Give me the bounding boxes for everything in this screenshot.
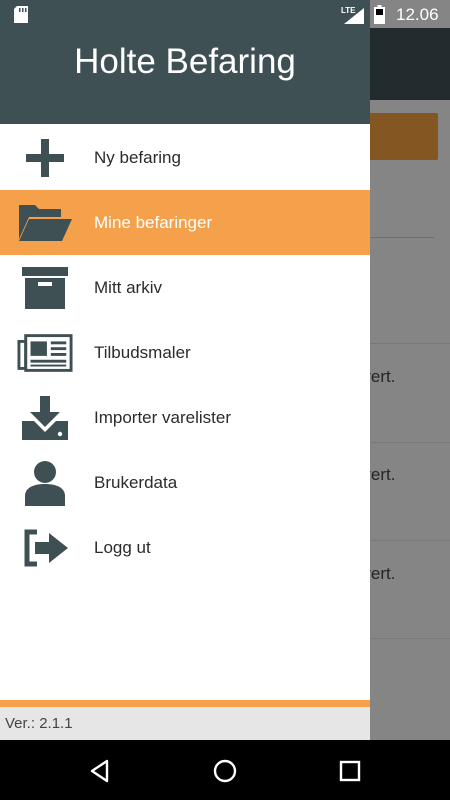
- menu-item-label: Tilbudsmaler: [94, 342, 191, 362]
- version-label: Ver.: 2.1.1: [5, 715, 73, 732]
- drawer-footer-accent: [0, 700, 370, 707]
- navigation-drawer: Holte Befaring Ny befaring Mine befaring…: [0, 0, 370, 740]
- menu-item-label: Importer varelister: [94, 407, 231, 427]
- menu-item-mine-befaringer[interactable]: Mine befaringer: [0, 190, 370, 255]
- menu-item-label: Logg ut: [94, 537, 151, 557]
- drawer-menu: Ny befaring Mine befaringer Mitt arkiv T…: [0, 125, 370, 580]
- menu-item-label: Brukerdata: [94, 472, 178, 492]
- menu-item-brukerdata[interactable]: Brukerdata: [0, 450, 370, 515]
- menu-item-mitt-arkiv[interactable]: Mitt arkiv: [0, 255, 370, 320]
- status-clock: 12.06: [396, 5, 439, 24]
- menu-item-logg-ut[interactable]: Logg ut: [0, 515, 370, 580]
- menu-item-label: Mine befaringer: [94, 212, 213, 232]
- menu-item-label: Mitt arkiv: [94, 277, 162, 297]
- home-icon[interactable]: [212, 758, 238, 784]
- folder-open-icon: [17, 199, 73, 247]
- user-icon: [17, 459, 73, 507]
- menu-item-importer-varelister[interactable]: Importer varelister: [0, 385, 370, 450]
- signal-icon: [344, 8, 364, 24]
- system-navigation-bar: [0, 740, 450, 800]
- menu-item-ny-befaring[interactable]: Ny befaring: [0, 125, 370, 190]
- menu-item-tilbudsmaler[interactable]: Tilbudsmaler: [0, 320, 370, 385]
- back-icon[interactable]: [87, 758, 113, 784]
- newspaper-icon: [17, 329, 73, 377]
- version-footer: Ver.: 2.1.1: [0, 707, 370, 740]
- plus-icon: [17, 134, 73, 182]
- status-bar: LTE 12.06: [0, 0, 450, 28]
- battery-icon: [374, 5, 385, 24]
- drawer-title: Holte Befaring: [74, 42, 296, 81]
- download-icon: [17, 394, 73, 442]
- menu-item-label: Ny befaring: [94, 147, 181, 167]
- archive-box-icon: [17, 264, 73, 312]
- logout-icon: [17, 524, 73, 572]
- sd-card-icon: [14, 6, 28, 23]
- recents-icon[interactable]: [337, 758, 363, 784]
